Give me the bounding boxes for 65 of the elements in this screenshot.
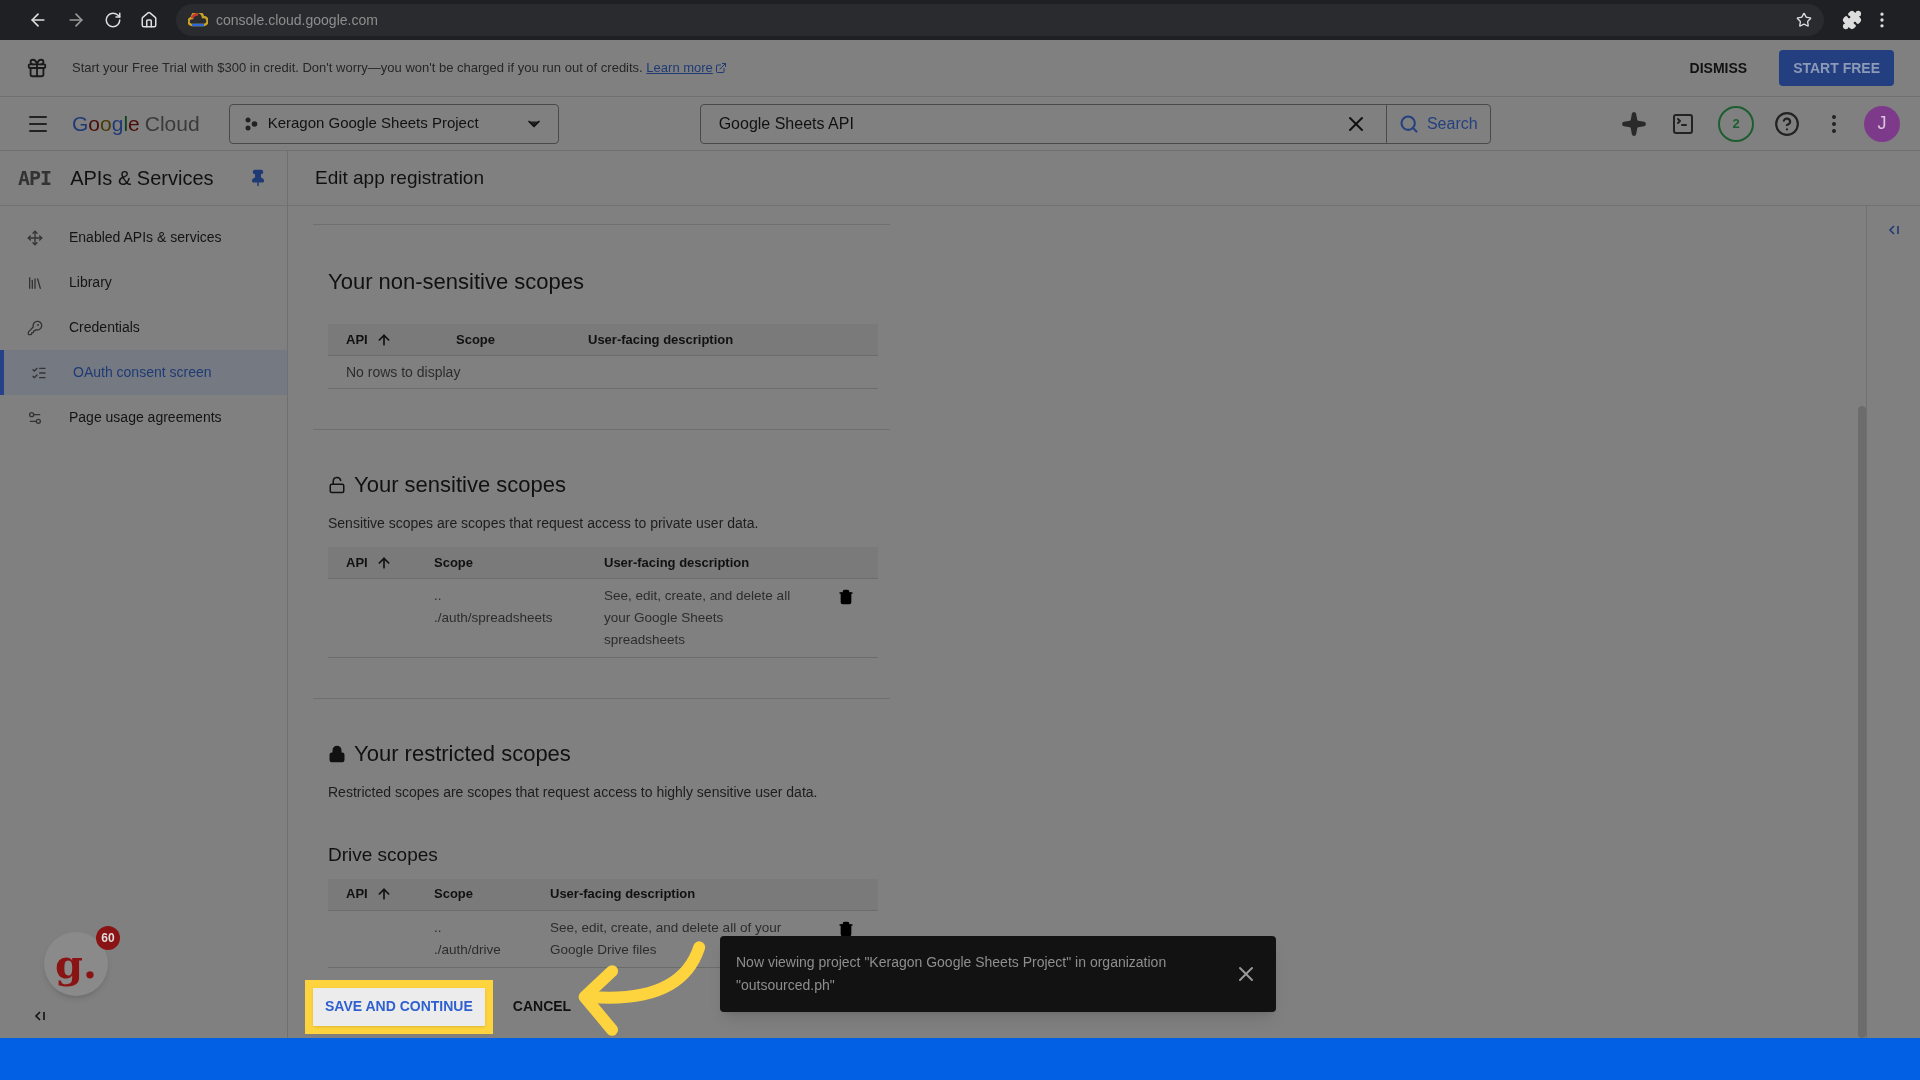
nav-icon: [27, 319, 43, 336]
section-description: Restricted scopes are scopes that request access to highly sensitive user data.: [328, 783, 819, 802]
cloud-logo-icon: [188, 13, 208, 27]
api-logo: API: [18, 165, 52, 192]
project-picker[interactable]: Keragon Google Sheets Project: [228, 103, 559, 144]
cancel-button[interactable]: CANCEL: [512, 996, 572, 1017]
column-header[interactable]: Scope: [434, 552, 473, 573]
subsection-title: Drive scopes: [328, 843, 439, 867]
learn-more-link[interactable]: Learn more: [646, 58, 727, 78]
table-cell: .. ./auth/spreadsheets: [434, 588, 553, 625]
google-cloud-logo[interactable]: Google Cloud: [72, 107, 200, 140]
column-header[interactable]: User-facing description: [550, 884, 696, 904]
external-link-icon: [714, 62, 727, 74]
save-and-continue-button[interactable]: SAVE AND CONTINUE: [313, 987, 485, 1026]
start-free-button[interactable]: START FREE: [1779, 50, 1894, 86]
search-field[interactable]: Google Sheets API: [700, 104, 1387, 143]
nav-icon: [27, 229, 43, 246]
table-cell: .. ./auth/drive: [434, 919, 501, 957]
sidebar-title: APIs & Services: [70, 166, 214, 191]
sidebar-item[interactable]: Library: [0, 260, 287, 305]
sidebar-item[interactable]: Credentials: [0, 305, 287, 350]
nav-icon: [27, 409, 43, 426]
column-header[interactable]: Scope: [434, 884, 473, 904]
gift-icon: [26, 57, 48, 79]
section-description: Sensitive scopes are scopes that request access to private user data.: [328, 514, 760, 533]
project-icon: [243, 116, 258, 131]
reload-icon[interactable]: [104, 11, 122, 29]
count-badge: 60: [96, 926, 120, 950]
trial-message: Start your Free Trial with $300 in credit. Don't worry—you won't be charged if you run out of credits. Learn more: [72, 58, 727, 78]
page-title: Edit app registration: [315, 165, 484, 190]
url-text: console.cloud.google.com: [216, 10, 378, 30]
scrollbar-thumb[interactable]: [1858, 406, 1866, 1038]
collapse-icon[interactable]: [34, 1010, 46, 1022]
sidebar-item[interactable]: Enabled APIs & services: [0, 215, 287, 260]
section-title: Your sensitive scopes: [354, 471, 566, 499]
section-title: Your restricted scopes: [354, 740, 571, 768]
home-icon[interactable]: [140, 11, 158, 29]
search-button[interactable]: Search: [1386, 104, 1490, 143]
lock-icon: [328, 744, 346, 763]
column-header[interactable]: API: [346, 884, 368, 904]
collapse-panel-icon[interactable]: [1887, 224, 1900, 236]
column-header[interactable]: User-facing description: [604, 552, 750, 573]
delete-icon[interactable]: [838, 589, 854, 605]
pin-icon[interactable]: [249, 169, 267, 187]
address-bar[interactable]: console.cloud.google.com: [176, 4, 1824, 36]
table-cell: See, edit, create, and delete all your Google Sheets spreadsheets: [604, 588, 791, 647]
sidebar-item[interactable]: Page usage agreements: [0, 395, 287, 440]
column-header[interactable]: API: [346, 552, 368, 573]
lock-icon: [328, 475, 346, 494]
delete-icon[interactable]: [838, 920, 854, 937]
dismiss-button[interactable]: DISMISS: [1681, 57, 1756, 79]
terminal-icon[interactable]: [1671, 111, 1695, 136]
column-header[interactable]: API: [346, 329, 368, 350]
extensions-icon[interactable]: [1842, 10, 1862, 30]
nav-icon: [27, 274, 43, 291]
section-title: Your non-sensitive scopes: [328, 268, 585, 296]
sidebar-item[interactable]: OAuth consent screen: [0, 350, 287, 395]
search-icon: [1398, 113, 1419, 134]
empty-message: No rows to display: [346, 362, 461, 382]
column-header[interactable]: User-facing description: [588, 329, 734, 350]
avatar[interactable]: J: [1864, 105, 1900, 142]
help-icon[interactable]: [1774, 110, 1800, 137]
column-header[interactable]: Scope: [456, 329, 495, 350]
sparkle-icon[interactable]: [1621, 110, 1647, 137]
bookmark-star-icon[interactable]: [1796, 12, 1812, 28]
